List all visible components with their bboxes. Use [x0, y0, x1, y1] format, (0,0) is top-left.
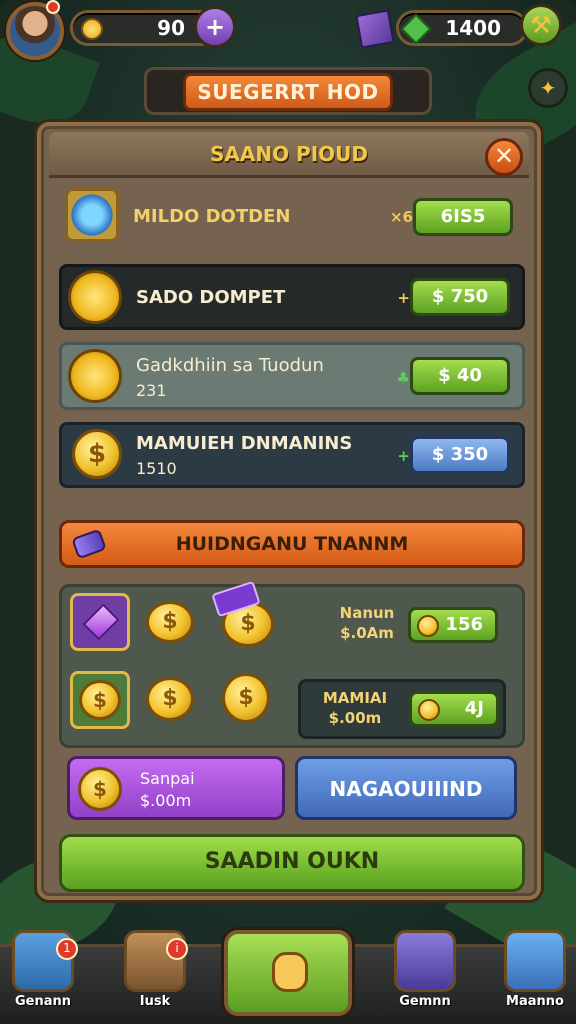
deal-buy-button[interactable]: 4J	[409, 691, 499, 727]
blue-offer-card[interactable]: NAGAOUIIIND	[295, 756, 517, 820]
clover-icon: ♣	[396, 369, 410, 387]
gold-coin-icon: $	[146, 601, 194, 643]
pin-icon: ✦	[539, 76, 557, 100]
deal-price: 156	[445, 614, 483, 635]
purple-offer-card[interactable]: $ Sanpai $.00m	[67, 756, 285, 820]
coins-value: 90	[157, 16, 185, 40]
card-line: Sanpai	[140, 769, 195, 788]
avatar-notification-dot	[46, 0, 60, 14]
deal-box[interactable]: MAMIAI $.00m 4J	[298, 679, 506, 739]
row-title: Gadkdhiin sa Tuodun	[136, 355, 324, 376]
card-label: NAGAOUIIIND	[329, 777, 483, 801]
deal-label-line: $.0Am	[340, 624, 394, 642]
settings-button[interactable]: ⚒	[520, 4, 562, 46]
nav-badge: 1	[56, 938, 78, 960]
gold-coin-icon: $	[222, 673, 270, 723]
scroll-icon	[394, 930, 456, 992]
row-multiplier: ×6	[389, 208, 413, 226]
deal-label-line: MAMIAI	[322, 689, 388, 707]
nav-label: Genann	[14, 994, 72, 1009]
bundle-area: $ $ Nanun $.0Am 156 $ $ $ MAMIAI $.00m 4…	[59, 580, 525, 748]
title-frame: SUEGERRT HOD	[144, 67, 432, 115]
deal-label: Nanun $.0Am	[326, 603, 408, 643]
offer-row[interactable]: MILDO DOTDEN ×6 6IS5	[59, 182, 525, 252]
nav-label: Iusk	[139, 994, 171, 1009]
sun-coin-icon	[68, 270, 122, 324]
buy-button[interactable]: $ 350	[410, 436, 510, 474]
buy-button[interactable]: 6IS5	[413, 198, 513, 236]
close-icon: ✕	[493, 142, 515, 170]
gems-counter: 1400	[396, 10, 528, 46]
coin-bag-icon: $	[78, 767, 122, 811]
deal-price: 4J	[464, 698, 484, 719]
gold-coin-icon: $	[79, 680, 121, 720]
nav-item-home[interactable]	[224, 930, 352, 1016]
deal-buy-button[interactable]: 156	[408, 607, 498, 643]
offer-row[interactable]: Gadkdhiin sa Tuodun 231 ♣ $ 40	[59, 342, 525, 410]
cube-icon	[504, 930, 566, 992]
nav-item-genann[interactable]: Genann 1	[8, 930, 78, 1020]
panel-header: SAANO PIOUD ✕	[49, 132, 529, 178]
hand-icon	[272, 952, 308, 992]
row-title: MILDO DOTDEN	[133, 206, 291, 227]
gem-icon	[400, 13, 432, 45]
gold-coin-icon: $	[146, 677, 194, 721]
nav-item-iusk[interactable]: Iusk i	[120, 930, 190, 1020]
wrench-icon: ⚒	[530, 11, 552, 39]
panel-title: SAANO PIOUD	[209, 142, 368, 166]
coin-icon	[418, 699, 440, 721]
close-button[interactable]: ✕	[485, 138, 523, 176]
sun-coin-icon	[68, 349, 122, 403]
coin-pack-icon[interactable]: $	[70, 671, 130, 729]
row-subtitle: 231	[136, 381, 167, 400]
plus-icon: +	[204, 13, 226, 41]
card-line: $.00m	[140, 791, 192, 810]
deal-label-line: $.00m	[328, 709, 382, 727]
shop-panel: SAANO PIOUD ✕ MILDO DOTDEN ×6 6IS5 SADO …	[37, 122, 541, 900]
pin-button[interactable]: ✦	[528, 68, 568, 108]
section-title: HUIDNGANU TNANNM	[175, 533, 409, 555]
deal-label: MAMIAI $.00m	[305, 688, 405, 728]
add-coins-button[interactable]: +	[194, 6, 236, 48]
gems-value: 1400	[445, 16, 501, 40]
nav-label: Maanno	[506, 994, 564, 1009]
row-title: MAMUIEH DNMANINS	[136, 433, 353, 454]
row-title: SADO DOMPET	[136, 287, 286, 308]
gold-coin-icon: $	[72, 429, 122, 479]
nav-label: Gemnn	[399, 994, 451, 1009]
top-hud: 90 + 1400 ⚒ ✦	[0, 0, 576, 108]
nav-badge: i	[166, 938, 188, 960]
offer-row[interactable]: SADO DOMPET + $ 750	[59, 264, 525, 330]
row-subtitle: 1510	[136, 459, 177, 478]
blue-gem-icon	[65, 188, 119, 242]
main-action-button[interactable]: SAADIN OUKN	[59, 834, 525, 892]
section-banner: HUIDNGANU TNANNM	[59, 520, 525, 568]
nav-item-gemnn[interactable]: Gemnn	[390, 930, 460, 1020]
buy-button[interactable]: $ 40	[410, 357, 510, 395]
row-multiplier: +	[397, 289, 410, 307]
gift-box-icon	[355, 9, 395, 49]
row-multiplier: +	[397, 447, 410, 465]
deal-label-line: Nanun	[339, 604, 395, 622]
coin-icon	[81, 18, 103, 40]
buy-button[interactable]: $ 750	[410, 278, 510, 316]
purple-crystal-icon[interactable]	[70, 593, 130, 651]
coin-icon	[417, 615, 439, 637]
title-banner-button[interactable]: SUEGERRT HOD	[183, 73, 393, 111]
offer-row[interactable]: $ MAMUIEH DNMANINS 1510 + $ 350	[59, 422, 525, 488]
nav-item-maanno[interactable]: Maanno	[500, 930, 570, 1020]
